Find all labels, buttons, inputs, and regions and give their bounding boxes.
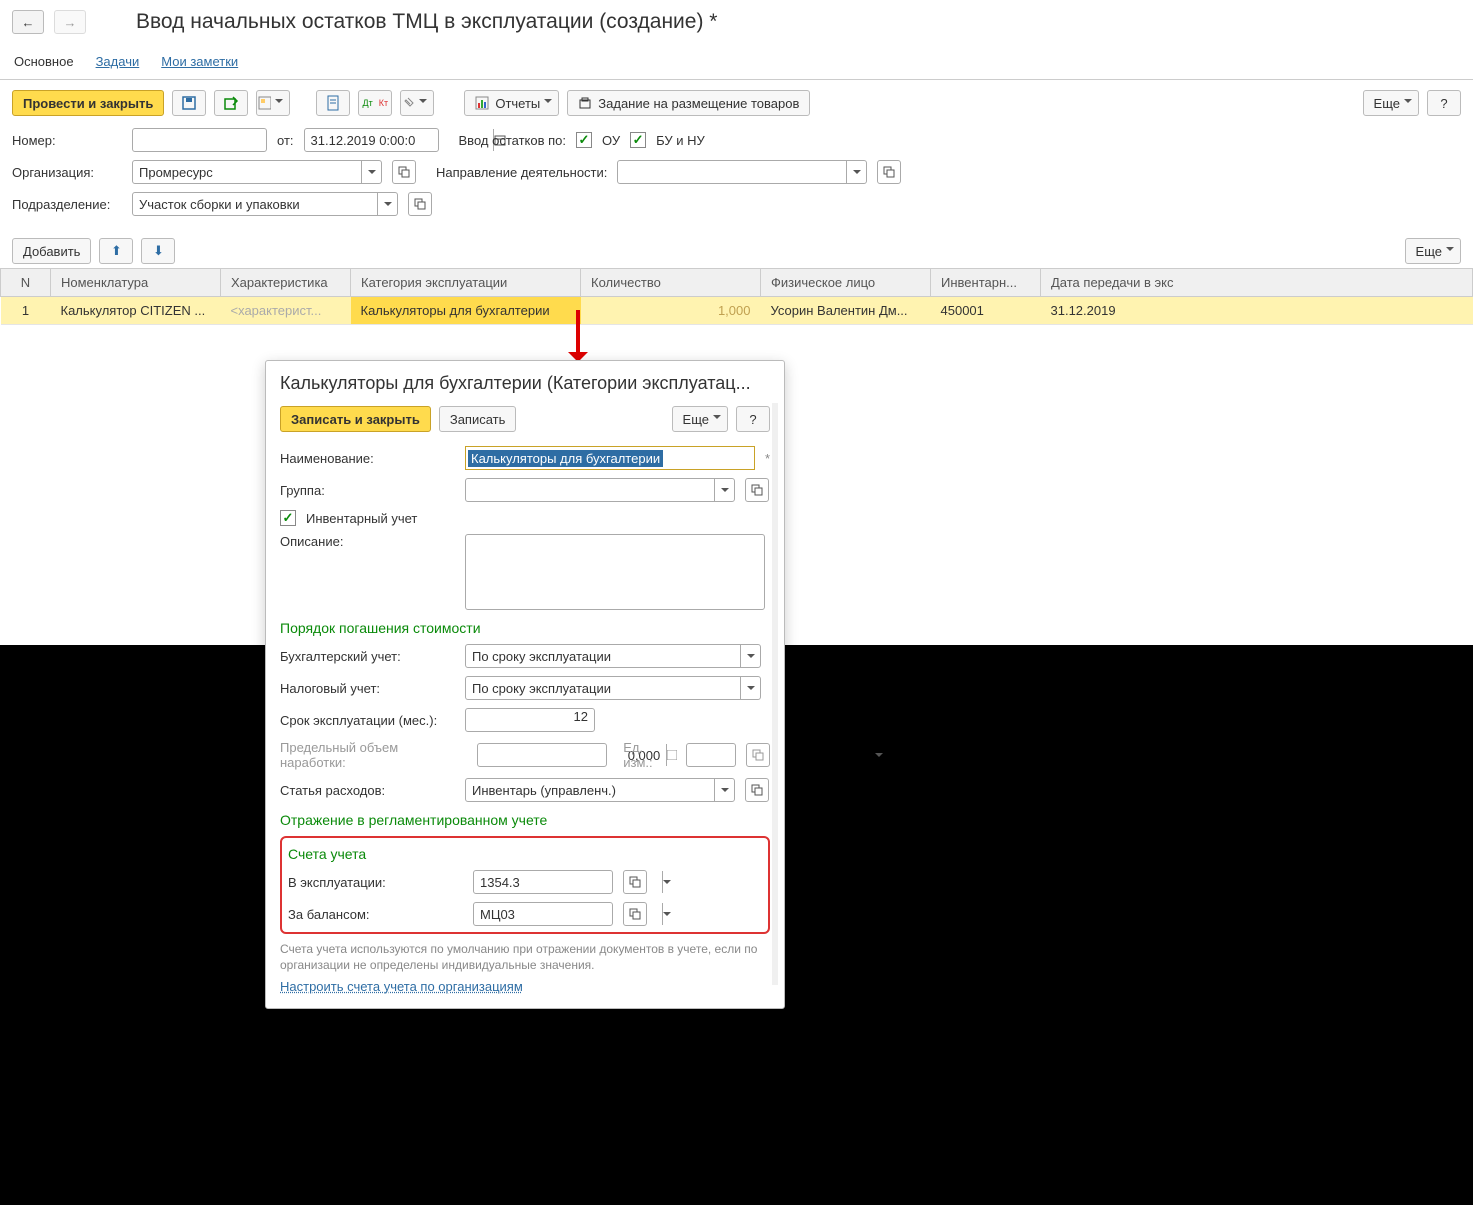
table-row[interactable]: 1 Калькулятор CITIZEN ... <характерист..… bbox=[1, 297, 1473, 325]
annotation-arrow bbox=[576, 310, 580, 356]
name-input[interactable]: Калькуляторы для бухгалтерии bbox=[465, 446, 755, 470]
configure-accounts-link[interactable]: Настроить счета учета по организациям bbox=[280, 979, 523, 994]
name-label: Наименование: bbox=[280, 451, 455, 466]
inuse-input[interactable] bbox=[473, 870, 613, 894]
popup-more[interactable]: Еще bbox=[672, 406, 728, 432]
unit-input[interactable] bbox=[686, 743, 736, 767]
attach-button[interactable] bbox=[400, 90, 434, 116]
tax-input[interactable] bbox=[465, 676, 761, 700]
ou-checkbox[interactable] bbox=[576, 132, 592, 148]
tax-label: Налоговый учет: bbox=[280, 681, 455, 696]
accounts-hint: Счета учета используются по умолчанию пр… bbox=[280, 942, 770, 973]
popup-help[interactable]: ? bbox=[736, 406, 770, 432]
org-open[interactable] bbox=[392, 160, 416, 184]
offbal-input[interactable] bbox=[473, 902, 613, 926]
post-icon-button[interactable] bbox=[214, 90, 248, 116]
dir-label: Направление деятельности: bbox=[436, 165, 607, 180]
move-down-button[interactable]: ⬇ bbox=[141, 238, 175, 264]
section-accounts: Счета учета bbox=[288, 846, 762, 862]
items-table: N Номенклатура Характеристика Категория … bbox=[0, 268, 1473, 325]
acc-input[interactable] bbox=[465, 644, 761, 668]
tab-notes[interactable]: Мои заметки bbox=[161, 48, 238, 75]
dept-open[interactable] bbox=[408, 192, 432, 216]
maxvol-input[interactable] bbox=[477, 743, 607, 767]
from-label: от: bbox=[277, 133, 294, 148]
more-button[interactable]: Еще bbox=[1363, 90, 1419, 116]
inventory-checkbox[interactable] bbox=[280, 510, 296, 526]
reports-button[interactable]: Отчеты bbox=[464, 90, 559, 116]
offbal-open[interactable] bbox=[623, 902, 647, 926]
bunu-checkbox[interactable] bbox=[630, 132, 646, 148]
placement-button[interactable]: Задание на размещение товаров bbox=[567, 90, 810, 116]
unit-open[interactable] bbox=[746, 743, 770, 767]
article-label: Статья расходов: bbox=[280, 783, 455, 798]
help-button[interactable]: ? bbox=[1427, 90, 1461, 116]
table-more-button[interactable]: Еще bbox=[1405, 238, 1461, 264]
group-label: Группа: bbox=[280, 483, 455, 498]
term-input[interactable]: 12 bbox=[465, 708, 595, 732]
popup-scrollbar[interactable] bbox=[772, 403, 778, 985]
add-button[interactable]: Добавить bbox=[12, 238, 91, 264]
tab-main[interactable]: Основное bbox=[14, 48, 74, 75]
org-input[interactable] bbox=[132, 160, 382, 184]
save-icon-button[interactable] bbox=[172, 90, 206, 116]
maxvol-label: Предельный объем наработки: bbox=[280, 740, 467, 770]
popup-save[interactable]: Записать bbox=[439, 406, 517, 432]
date-input[interactable] bbox=[304, 128, 439, 152]
page-title: Ввод начальных остатков ТМЦ в эксплуатац… bbox=[136, 10, 717, 34]
tab-tasks[interactable]: Задачи bbox=[96, 48, 140, 75]
section-reg: Отражение в регламентированном учете bbox=[280, 812, 770, 828]
dir-open[interactable] bbox=[877, 160, 901, 184]
article-input[interactable] bbox=[465, 778, 735, 802]
category-popup: Калькуляторы для бухгалтерии (Категории … bbox=[265, 360, 785, 1009]
balances-label: Ввод остатков по: bbox=[459, 133, 566, 148]
dtkt-icon-button[interactable]: ДтКт bbox=[358, 90, 392, 116]
number-input[interactable] bbox=[132, 128, 267, 152]
nav-forward[interactable]: → bbox=[54, 10, 86, 34]
section-cost: Порядок погашения стоимости bbox=[280, 620, 770, 636]
number-label: Номер: bbox=[12, 133, 122, 148]
term-label: Срок эксплуатации (мес.): bbox=[280, 713, 455, 728]
dir-input[interactable] bbox=[617, 160, 867, 184]
offbal-label: За балансом: bbox=[288, 907, 463, 922]
article-open[interactable] bbox=[745, 778, 769, 802]
accounts-highlight: Счета учета В эксплуатации: За балансом: bbox=[280, 836, 770, 934]
group-input[interactable] bbox=[465, 478, 735, 502]
dept-input[interactable] bbox=[132, 192, 398, 216]
dk-button[interactable] bbox=[256, 90, 290, 116]
desc-label: Описание: bbox=[280, 534, 455, 549]
doc-icon-button[interactable] bbox=[316, 90, 350, 116]
move-up-button[interactable]: ⬆ bbox=[99, 238, 133, 264]
acc-label: Бухгалтерский учет: bbox=[280, 649, 455, 664]
inuse-open[interactable] bbox=[623, 870, 647, 894]
group-open[interactable] bbox=[745, 478, 769, 502]
post-close-button[interactable]: Провести и закрыть bbox=[12, 90, 164, 116]
inuse-label: В эксплуатации: bbox=[288, 875, 463, 890]
dept-label: Подразделение: bbox=[12, 197, 122, 212]
popup-title: Калькуляторы для бухгалтерии (Категории … bbox=[280, 373, 770, 394]
popup-save-close[interactable]: Записать и закрыть bbox=[280, 406, 431, 432]
org-label: Организация: bbox=[12, 165, 122, 180]
desc-input[interactable] bbox=[465, 534, 765, 610]
nav-back[interactable]: ← bbox=[12, 10, 44, 34]
